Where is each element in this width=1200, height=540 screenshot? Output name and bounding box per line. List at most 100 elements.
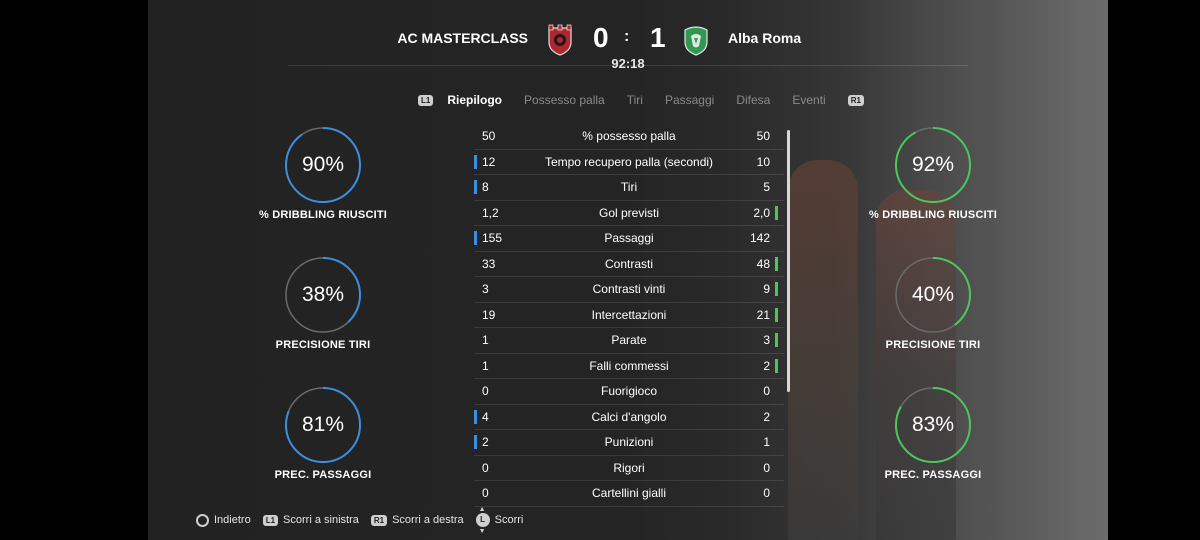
- away-ring-dribbling: 92%: [893, 125, 973, 205]
- header-divider: [288, 65, 968, 66]
- home-ring-shot-accuracy: 38%: [283, 255, 363, 335]
- stat-away-value: 48: [756, 256, 770, 271]
- left-stick-icon: ▲ L ▼: [475, 506, 490, 535]
- stat-name: Fuorigioco: [600, 384, 658, 398]
- scroll-control[interactable]: ▲ L ▼ Scorri: [475, 506, 524, 535]
- ring-value: 90%: [301, 153, 345, 176]
- scroll-label: Scorri: [494, 514, 524, 526]
- stat-name: Cartellini gialli: [591, 486, 667, 500]
- stat-name: Rigori: [613, 460, 645, 475]
- stat-row: 12 Tempo recupero palla (secondi) 10: [474, 150, 784, 175]
- away-lead-bar: [775, 256, 778, 271]
- stat-name: Parate: [611, 333, 647, 347]
- tab-possesso-palla[interactable]: Possesso palla: [524, 93, 605, 107]
- away-team-name: Alba Roma: [728, 30, 802, 46]
- tab-passaggi[interactable]: Passaggi: [665, 93, 714, 107]
- stat-row: 0 Cartellini gialli 0: [474, 481, 784, 507]
- stat-away-value: 0: [763, 460, 770, 475]
- scroll-right-control[interactable]: R1 Scorri a destra: [370, 514, 464, 526]
- stat-row: 155 Passaggi 142: [474, 226, 784, 252]
- stat-away-value: 9: [763, 282, 770, 296]
- ring-value: 40%: [911, 283, 955, 306]
- stat-row: 4 Calci d'angolo 2: [474, 405, 784, 430]
- stat-away-value: 142: [749, 231, 770, 245]
- stat-name: Calci d'angolo: [591, 409, 667, 424]
- l1-button-icon[interactable]: L1: [418, 94, 434, 106]
- stat-row: 8 Tiri 5: [474, 175, 784, 201]
- stat-name: Intercettazioni: [591, 307, 667, 322]
- tab-riepilogo[interactable]: Riepilogo: [447, 93, 502, 107]
- stat-away-value: 1: [763, 435, 770, 449]
- ring-label: % DRIBBLING RIUSCITI: [258, 209, 388, 221]
- stat-name: Gol previsti: [598, 205, 660, 220]
- ring-label: PRECISIONE TIRI: [885, 339, 981, 351]
- stat-name: Contrasti: [604, 256, 654, 271]
- r1-button-icon[interactable]: R1: [847, 94, 864, 106]
- stat-row: 3 Contrasti vinti 9: [474, 277, 784, 303]
- match-stats-screen: AC MASTERCLASS 0 : 1 Alba Roma 92:18 L1 …: [148, 0, 1108, 540]
- away-ring-pass-accuracy: 83%: [893, 385, 973, 465]
- stat-away-value: 0: [763, 384, 770, 398]
- circle-button-icon: [196, 513, 209, 527]
- stat-name: Passaggi: [604, 231, 654, 245]
- scroll-left-control[interactable]: L1 Scorri a sinistra: [262, 514, 359, 526]
- stat-away-value: 3: [763, 333, 770, 347]
- stat-row: 0 Fuorigioco 0: [474, 379, 784, 405]
- stat-away-value: 50: [756, 129, 770, 143]
- ring-label: PREC. PASSAGGI: [884, 469, 982, 481]
- tab-difesa[interactable]: Difesa: [736, 93, 770, 107]
- stat-away-value: 2: [763, 358, 770, 373]
- stat-away-value: 2: [763, 409, 770, 424]
- away-lead-bar: [775, 358, 778, 373]
- stat-row: 33 Contrasti 48: [474, 252, 784, 277]
- stat-name: Punizioni: [604, 435, 654, 449]
- scroll-left-label: Scorri a sinistra: [283, 514, 359, 526]
- away-ring-shot-accuracy: 40%: [893, 255, 973, 335]
- match-clock: 92:18: [611, 56, 645, 71]
- away-lead-bar: [775, 282, 778, 296]
- stat-name: Falli commessi: [589, 358, 669, 373]
- scroll-right-label: Scorri a destra: [392, 514, 464, 526]
- stat-away-value: 5: [763, 180, 770, 194]
- stats-tabs: L1 Riepilogo Possesso palla Tiri Passagg…: [418, 92, 864, 108]
- back-control[interactable]: Indietro: [196, 513, 251, 527]
- home-crest-icon: [548, 24, 572, 56]
- stat-name: Contrasti vinti: [592, 282, 666, 296]
- stat-row: 1 Falli commessi 2: [474, 354, 784, 379]
- stat-name: Tempo recupero palla (secondi): [544, 154, 714, 169]
- stat-row: 1,2 Gol previsti 2,0: [474, 201, 784, 226]
- ring-value: 38%: [301, 283, 345, 306]
- stat-away-value: 21: [756, 307, 770, 322]
- score-separator: :: [624, 28, 630, 45]
- away-lead-bar: [775, 205, 778, 220]
- tab-eventi[interactable]: Eventi: [792, 93, 825, 107]
- ring-value: 83%: [911, 413, 955, 436]
- stat-away-value: 2,0: [753, 205, 770, 220]
- home-team-name: AC MASTERCLASS: [397, 30, 528, 46]
- ring-value: 81%: [301, 413, 345, 436]
- ring-label: PRECISIONE TIRI: [275, 339, 371, 351]
- ring-label: % DRIBBLING RIUSCITI: [868, 209, 998, 221]
- stat-name: Tiri: [620, 180, 638, 194]
- stat-row: 1 Parate 3: [474, 328, 784, 354]
- stat-row: 0 Rigori 0: [474, 456, 784, 481]
- away-score: 1: [650, 22, 666, 53]
- away-lead-bar: [775, 333, 778, 347]
- stat-name: % possesso palla: [582, 129, 676, 143]
- stat-away-value: 0: [763, 486, 770, 500]
- stats-scrollbar[interactable]: [787, 130, 790, 392]
- stat-row: 50% possesso palla 50: [474, 124, 784, 150]
- l1-button-icon: L1: [262, 514, 279, 526]
- footer-controls: Indietro L1 Scorri a sinistra R1 Scorri …: [196, 506, 535, 535]
- away-lead-bar: [775, 307, 778, 322]
- home-ring-pass-accuracy: 81%: [283, 385, 363, 465]
- r1-button-icon: R1: [370, 514, 388, 526]
- home-score: 0: [593, 22, 609, 53]
- stat-row: 2 Punizioni 1: [474, 430, 784, 456]
- back-label: Indietro: [214, 514, 251, 526]
- stat-row: 19 Intercettazioni 21: [474, 303, 784, 328]
- ring-label: PREC. PASSAGGI: [274, 469, 372, 481]
- tab-tiri[interactable]: Tiri: [627, 93, 643, 107]
- away-crest-icon: [684, 26, 708, 56]
- stats-table[interactable]: 50% possesso palla 50 12 Tempo recupero pal…: [474, 124, 784, 507]
